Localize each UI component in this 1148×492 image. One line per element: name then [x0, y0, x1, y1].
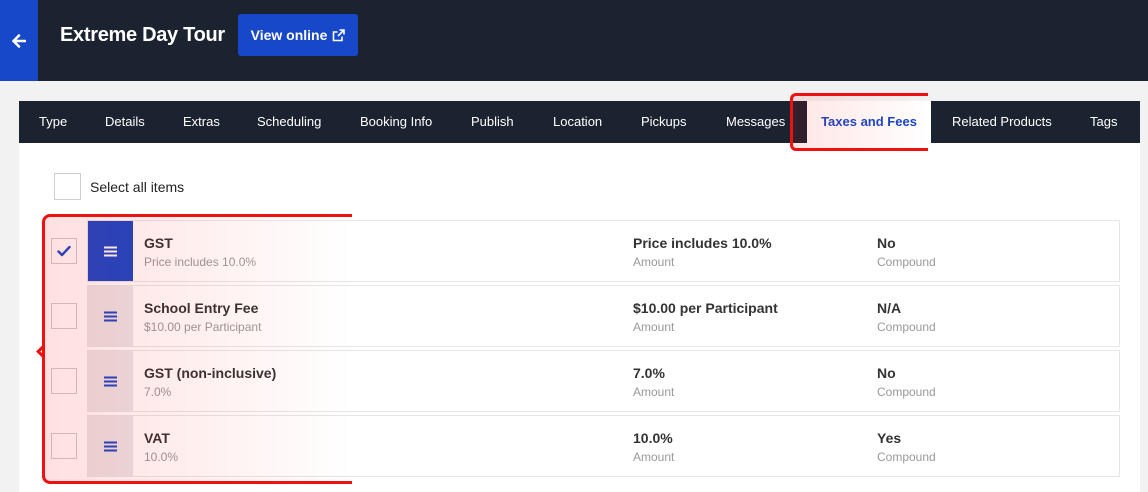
- tab-booking-info[interactable]: Booking Info: [360, 101, 432, 143]
- tab-scheduling[interactable]: Scheduling: [257, 101, 321, 143]
- item-checkbox[interactable]: [51, 368, 77, 394]
- tab-tags[interactable]: Tags: [1090, 101, 1117, 143]
- tax-item-card[interactable]: GST Price includes 10.0% Price includes …: [87, 220, 1120, 282]
- tab-extras[interactable]: Extras: [183, 101, 220, 143]
- amount-label: Amount: [633, 255, 675, 269]
- item-compound: No: [877, 235, 896, 251]
- tax-item-card[interactable]: GST (non-inclusive) 7.0% 7.0% Amount No …: [87, 350, 1120, 412]
- item-name: VAT: [144, 430, 170, 446]
- amount-label: Amount: [633, 385, 675, 399]
- item-name: School Entry Fee: [144, 300, 259, 316]
- item-description: 10.0%: [144, 450, 179, 464]
- external-link-icon: [333, 28, 346, 41]
- tab-taxes-and-fees[interactable]: Taxes and Fees: [807, 101, 931, 143]
- item-description: $10.00 per Participant: [144, 320, 262, 334]
- drag-handle[interactable]: [88, 351, 133, 411]
- view-online-label: View online: [250, 27, 328, 43]
- checkmark-icon: [57, 245, 71, 257]
- tab-pickups[interactable]: Pickups: [641, 101, 687, 143]
- tab-location[interactable]: Location: [553, 101, 602, 143]
- compound-label: Compound: [877, 450, 936, 464]
- arrow-left-icon: [12, 33, 26, 48]
- item-compound: Yes: [877, 430, 902, 446]
- drag-handle-icon: [104, 441, 117, 451]
- drag-handle[interactable]: [88, 416, 133, 476]
- tab-messages[interactable]: Messages: [726, 101, 785, 143]
- view-online-button[interactable]: View online: [238, 14, 358, 56]
- tab-related-products[interactable]: Related Products: [952, 101, 1052, 143]
- item-amount: 7.0%: [633, 365, 665, 381]
- tab-details[interactable]: Details: [105, 101, 145, 143]
- select-all-label: Select all items: [90, 178, 185, 195]
- item-description: Price includes 10.0%: [144, 255, 257, 269]
- tab-publish[interactable]: Publish: [471, 101, 514, 143]
- select-all-checkbox[interactable]: [54, 173, 81, 200]
- item-name: GST: [144, 235, 173, 251]
- drag-handle-icon: [104, 376, 117, 386]
- item-checkbox[interactable]: [51, 303, 77, 329]
- list-item: GST (non-inclusive) 7.0% 7.0% Amount No …: [19, 350, 1120, 414]
- compound-label: Compound: [877, 385, 936, 399]
- amount-label: Amount: [633, 320, 675, 334]
- item-name: GST (non-inclusive): [144, 365, 277, 381]
- product-editor-panel: Type Details Extras Scheduling Booking I…: [19, 101, 1140, 492]
- item-description: 7.0%: [144, 385, 172, 399]
- list-item: GST Price includes 10.0% Price includes …: [19, 220, 1120, 284]
- item-amount: 10.0%: [633, 430, 673, 446]
- list-item: School Entry Fee $10.00 per Participant …: [19, 285, 1120, 349]
- item-checkbox[interactable]: [51, 433, 77, 459]
- tax-item-card[interactable]: VAT 10.0% 10.0% Amount Yes Compound: [87, 415, 1120, 477]
- drag-handle-icon: [104, 311, 117, 321]
- item-compound: N/A: [877, 300, 902, 316]
- select-all: Select all items: [54, 173, 184, 200]
- tab-type[interactable]: Type: [39, 101, 67, 143]
- drag-handle-icon: [104, 246, 117, 256]
- tab-bar: Type Details Extras Scheduling Booking I…: [19, 101, 1140, 143]
- list-item: VAT 10.0% 10.0% Amount Yes Compound: [19, 415, 1120, 479]
- item-amount: Price includes 10.0%: [633, 235, 772, 251]
- top-header: Extreme Day Tour View online: [0, 0, 1148, 81]
- drag-handle[interactable]: [88, 221, 133, 281]
- item-checkbox[interactable]: [51, 238, 77, 264]
- tax-item-card[interactable]: School Entry Fee $10.00 per Participant …: [87, 285, 1120, 347]
- page-title: Extreme Day Tour: [60, 24, 225, 46]
- amount-label: Amount: [633, 450, 675, 464]
- compound-label: Compound: [877, 320, 936, 334]
- item-compound: No: [877, 365, 896, 381]
- item-amount: $10.00 per Participant: [633, 300, 778, 316]
- drag-handle[interactable]: [88, 286, 133, 346]
- back-button[interactable]: [0, 0, 38, 81]
- compound-label: Compound: [877, 255, 936, 269]
